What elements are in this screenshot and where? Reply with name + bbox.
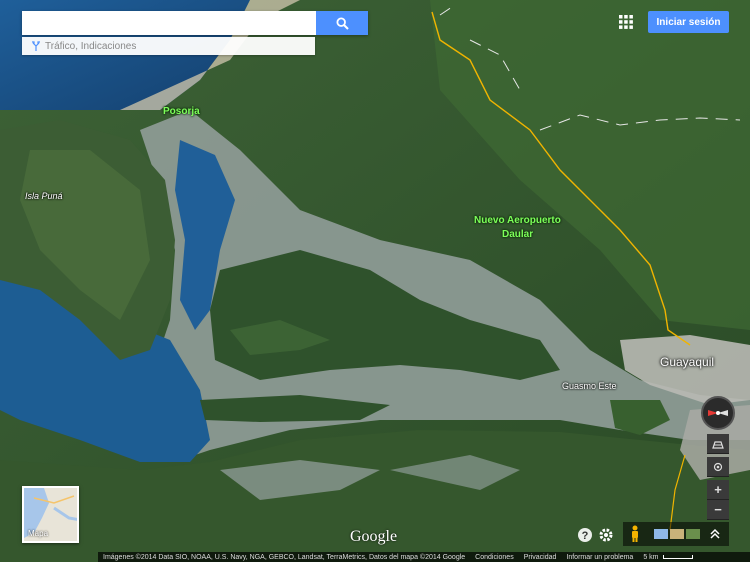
zoom-in-button[interactable]: + — [707, 480, 729, 500]
attribution-text: Imágenes ©2014 Data SIO, NOAA, U.S. Navy… — [103, 553, 466, 561]
directions-label: Tráfico, Indicaciones — [45, 40, 137, 52]
label-guasmo-este[interactable]: Guasmo Este — [562, 381, 617, 391]
scale-bar[interactable]: 5 km — [638, 553, 694, 561]
my-location-icon — [713, 462, 723, 471]
scale-line — [663, 555, 694, 559]
label-guayaquil[interactable]: Guayaquil — [660, 355, 714, 369]
google-logo: Google — [350, 528, 398, 545]
label-nuevo-aeropuerto[interactable]: Nuevo Aeropuerto — [474, 215, 561, 226]
tilt-button[interactable] — [707, 434, 729, 454]
expand-chevron-icon[interactable] — [710, 528, 720, 540]
layer-thumb-terrain[interactable] — [670, 529, 684, 539]
pegman-icon[interactable] — [628, 525, 642, 543]
help-icon[interactable]: ? — [577, 527, 593, 543]
footer-bar: Imágenes ©2014 Data SIO, NOAA, U.S. Navy… — [98, 552, 750, 562]
search-icon — [335, 16, 349, 30]
svg-text:?: ? — [582, 530, 589, 542]
layers-panel — [623, 522, 729, 546]
minimap-toggle[interactable]: Mapa — [22, 486, 79, 543]
search-button[interactable] — [316, 11, 368, 35]
compass-icon — [708, 410, 728, 416]
apps-grid-icon[interactable] — [619, 15, 633, 29]
search-input[interactable] — [22, 11, 316, 35]
signin-button[interactable]: Iniciar sesión — [648, 11, 729, 33]
minus-icon: − — [714, 502, 722, 517]
terms-link[interactable]: Condiciones — [475, 554, 514, 561]
directions-bar[interactable]: Tráfico, Indicaciones — [22, 37, 315, 55]
layer-thumb-earth[interactable] — [686, 529, 700, 539]
report-problem-link[interactable]: Informar un problema — [566, 554, 633, 561]
privacy-link[interactable]: Privacidad — [524, 554, 557, 561]
my-location-button[interactable] — [707, 457, 729, 477]
scale-label: 5 km — [643, 553, 659, 561]
settings-gear-icon[interactable] — [598, 527, 614, 543]
search-box — [22, 11, 368, 35]
plus-icon: + — [714, 482, 722, 497]
directions-icon — [30, 40, 42, 52]
satellite-map[interactable] — [0, 0, 750, 562]
label-posorja[interactable]: Posorja — [163, 106, 200, 117]
label-daular[interactable]: Daular — [502, 229, 533, 240]
compass-control[interactable] — [701, 396, 735, 430]
zoom-out-button[interactable]: − — [707, 500, 729, 520]
layer-thumb-map[interactable] — [654, 529, 668, 539]
label-isla-puna[interactable]: Isla Puná — [25, 191, 63, 201]
tilt-icon — [712, 440, 724, 449]
minimap-label: Mapa — [28, 529, 49, 538]
